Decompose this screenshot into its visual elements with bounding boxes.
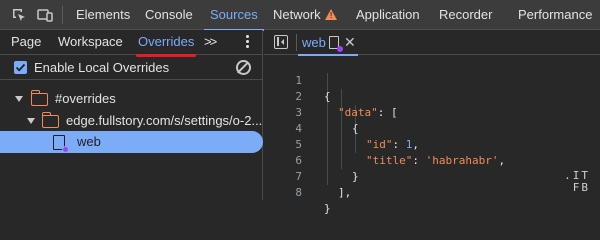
sources-navigator: Page Workspace Overrides >> Enable Local… — [0, 30, 263, 200]
more-options-icon[interactable] — [246, 35, 250, 49]
code-area[interactable]: 1 { 2 "data": [ 3 { 4 "id": 1, 5 "title"… — [264, 57, 600, 215]
toolbar-divider — [62, 6, 63, 24]
overrides-toolbar: Enable Local Overrides — [0, 55, 263, 80]
code-line: 2 "data": [ — [264, 73, 600, 119]
line-number: 8 — [295, 186, 302, 199]
code-editor-panel: web ✕ 1 { 2 "data": [ 3 { 4 "id": 1, 5 "… — [264, 30, 600, 215]
code-line: 4 "id": 1, — [264, 105, 600, 151]
folder-icon — [30, 90, 48, 106]
code-line: 7 ], — [264, 153, 600, 199]
editor-tab-label: web — [302, 35, 326, 50]
tab-console[interactable]: Console — [145, 0, 193, 30]
watermark-logo: .IT FB — [564, 170, 590, 194]
tab-application[interactable]: Application — [356, 0, 420, 30]
editor-tab-web[interactable]: web ✕ — [298, 30, 358, 56]
folder-icon — [41, 112, 59, 128]
expand-triangle-icon — [27, 118, 35, 124]
tree-item-file-web[interactable]: web — [0, 131, 263, 153]
code-text: } — [324, 202, 331, 215]
tab-elements[interactable]: Elements — [76, 0, 130, 30]
enable-overrides-label[interactable]: Enable Local Overrides — [34, 55, 169, 80]
tab-performance[interactable]: Performance — [518, 0, 592, 30]
file-override-icon — [329, 36, 343, 52]
code-text: ], — [338, 186, 352, 199]
code-line: 6 } — [264, 137, 600, 183]
device-toolbar-icon[interactable] — [37, 7, 53, 23]
toolbar-divider — [296, 34, 297, 51]
tab-workspace[interactable]: Workspace — [58, 30, 123, 55]
warning-icon: ! — [324, 9, 337, 20]
watermark-line-2: FB — [572, 181, 590, 194]
tree-item-domain-folder[interactable]: edge.fullstory.com/s/settings/o-2... — [0, 110, 263, 132]
navigator-tabs: Page Workspace Overrides >> — [0, 30, 263, 57]
expand-triangle-icon — [15, 96, 23, 102]
more-tabs-chevron-icon[interactable]: >> — [204, 34, 217, 49]
code-line: 3 { — [264, 89, 600, 135]
editor-tab-bar: web ✕ — [264, 30, 600, 56]
code-line: 1 { — [264, 57, 600, 103]
toggle-navigator-icon[interactable] — [274, 35, 288, 49]
enable-overrides-checkbox[interactable] — [14, 61, 27, 74]
tab-page[interactable]: Page — [11, 30, 41, 55]
code-line: 8 } — [264, 169, 600, 215]
tree-item-label: edge.fullstory.com/s/settings/o-2... — [66, 113, 263, 128]
tab-recorder[interactable]: Recorder — [439, 0, 492, 30]
devtools-tab-bar: Elements Console Sources Network! Applic… — [0, 0, 600, 31]
tree-item-overrides-root[interactable]: #overrides — [0, 88, 263, 110]
close-icon[interactable]: ✕ — [344, 30, 356, 54]
tab-overrides[interactable]: Overrides — [135, 30, 197, 57]
tab-network-label: Network — [273, 7, 321, 22]
tree-item-label: web — [77, 134, 101, 149]
tab-sources[interactable]: Sources — [204, 0, 264, 31]
tree-item-label: #overrides — [55, 91, 116, 106]
inspect-element-icon[interactable] — [11, 7, 27, 23]
tab-network[interactable]: Network! — [273, 0, 337, 30]
file-override-icon — [53, 135, 69, 153]
clear-overrides-icon[interactable] — [236, 60, 251, 75]
code-line: 5 "title": 'habrahabr', — [264, 121, 600, 167]
